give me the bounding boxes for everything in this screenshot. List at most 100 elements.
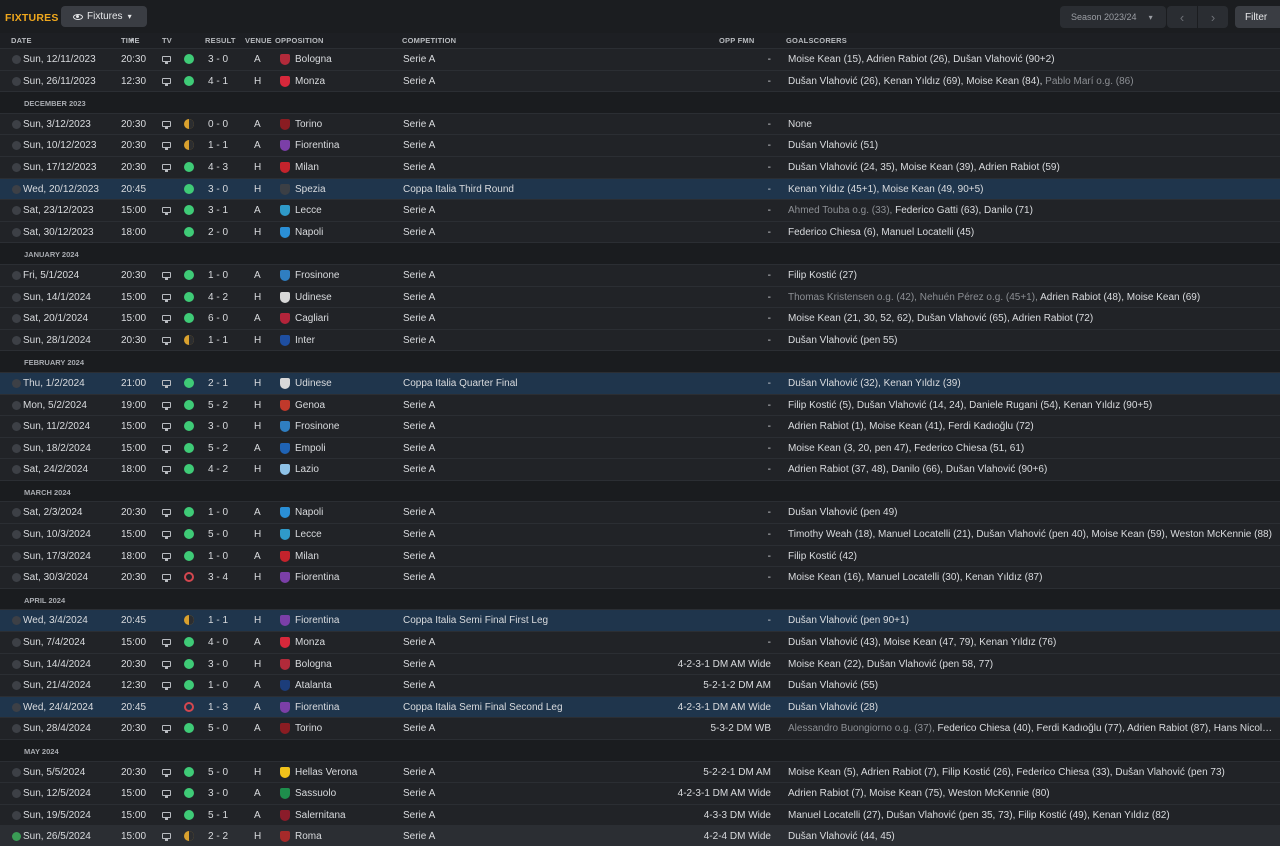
fixture-row[interactable]: Sun, 14/1/2024 15:00 4 - 2 H Udinese Serie A -…	[0, 285, 1280, 308]
opponent-name[interactable]: Monza	[295, 76, 325, 87]
fixture-row[interactable]: Sun, 14/4/2024 20:30 3 - 0 H Bologna Serie A 4…	[0, 652, 1280, 675]
competition-name[interactable]: Serie A	[403, 313, 435, 324]
goalscorer-list[interactable]: Manuel Locatelli (27), Dušan Vlahović (p…	[788, 810, 1170, 821]
opponent-name[interactable]: Frosinone	[295, 270, 339, 281]
goalscorer-list[interactable]: Kenan Yıldız (45+1), Moise Kean (49, 90+…	[788, 184, 984, 195]
fixture-row[interactable]: Mon, 5/2/2024 19:00 5 - 2 H Genoa Serie A - Fil…	[0, 393, 1280, 416]
column-header-opposition[interactable]: OPPOSITION	[275, 36, 324, 45]
fixture-row[interactable]: Sat, 2/3/2024 20:30 1 - 0 A Napoli Serie A - Du…	[0, 501, 1280, 524]
opponent-name[interactable]: Napoli	[295, 507, 323, 518]
competition-name[interactable]: Serie A	[403, 507, 435, 518]
match-score[interactable]: 3 - 0	[208, 54, 228, 65]
goalscorer-list[interactable]: Adrien Rabiot (37, 48), Danilo (66), Duš…	[788, 464, 1047, 475]
opponent-name[interactable]: Udinese	[295, 378, 332, 389]
competition-name[interactable]: Coppa Italia Third Round	[403, 184, 514, 195]
column-header-date[interactable]: DATE	[11, 36, 32, 45]
fixture-row[interactable]: Sun, 26/5/2024 15:00 2 - 2 H Roma Serie A 4-2-…	[0, 825, 1280, 846]
goalscorer-list[interactable]: Dušan Vlahović (pen 55)	[788, 335, 898, 346]
fixture-row[interactable]: Sat, 20/1/2024 15:00 6 - 0 A Cagliari Serie A…	[0, 307, 1280, 329]
goalscorer-list[interactable]: Dušan Vlahović (44, 45)	[788, 831, 895, 842]
opponent-name[interactable]: Fiorentina	[295, 615, 339, 626]
match-score[interactable]: 6 - 0	[208, 313, 228, 324]
competition-name[interactable]: Serie A	[403, 119, 435, 130]
match-score[interactable]: 5 - 2	[208, 400, 228, 411]
match-score[interactable]: 1 - 1	[208, 140, 228, 151]
competition-name[interactable]: Serie A	[403, 529, 435, 540]
goalscorer-list[interactable]: Moise Kean (15), Adrien Rabiot (26), Duš…	[788, 54, 1055, 65]
match-score[interactable]: 1 - 1	[208, 615, 228, 626]
opponent-name[interactable]: Sassuolo	[295, 788, 336, 799]
competition-name[interactable]: Serie A	[403, 292, 435, 303]
match-score[interactable]: 1 - 3	[208, 702, 228, 713]
competition-name[interactable]: Serie A	[403, 54, 435, 65]
competition-name[interactable]: Serie A	[403, 140, 435, 151]
match-score[interactable]: 3 - 0	[208, 659, 228, 670]
previous-button[interactable]: ‹	[1167, 6, 1197, 28]
column-header-tv[interactable]: TV	[162, 36, 172, 45]
season-selector[interactable]: Season 2023/24 ▾	[1060, 6, 1166, 28]
opponent-name[interactable]: Cagliari	[295, 313, 329, 324]
match-score[interactable]: 3 - 4	[208, 572, 228, 583]
fixture-row[interactable]: Sun, 7/4/2024 15:00 4 - 0 A Monza Serie A - Duš…	[0, 631, 1280, 653]
fixture-row[interactable]: Sun, 10/3/2024 15:00 5 - 0 H Lecce Serie A - Ti…	[0, 523, 1280, 545]
opponent-name[interactable]: Milan	[295, 551, 319, 562]
column-header-goalscorers[interactable]: GOALSCORERS	[786, 36, 847, 45]
match-score[interactable]: 1 - 1	[208, 335, 228, 346]
goalscorer-list[interactable]: Dušan Vlahović (51)	[788, 140, 878, 151]
fixture-row[interactable]: Sun, 28/1/2024 20:30 1 - 1 H Inter Serie A - Du…	[0, 328, 1280, 351]
opponent-name[interactable]: Lecce	[295, 529, 322, 540]
goalscorer-list[interactable]: Filip Kostić (42)	[788, 551, 857, 562]
opponent-name[interactable]: Spezia	[295, 184, 326, 195]
match-score[interactable]: 5 - 1	[208, 810, 228, 821]
goalscorer-list[interactable]: Timothy Weah (18), Manuel Locatelli (21)…	[788, 529, 1272, 540]
next-button[interactable]: ›	[1198, 6, 1228, 28]
match-score[interactable]: 3 - 0	[208, 184, 228, 195]
goalscorer-list[interactable]: Filip Kostić (27)	[788, 270, 857, 281]
goalscorer-list[interactable]: Federico Gatti (63), Danilo (71)	[895, 205, 1033, 216]
goalscorer-list[interactable]: Federico Chiesa (40), Ferdi Kadıoğlu (77…	[938, 723, 1276, 734]
competition-name[interactable]: Serie A	[403, 270, 435, 281]
column-header-venue[interactable]: VENUE	[245, 36, 272, 45]
match-score[interactable]: 3 - 1	[208, 205, 228, 216]
opponent-name[interactable]: Roma	[295, 831, 322, 842]
own-goal-scorer[interactable]: Alessandro Buongiorno o.g. (37),	[788, 723, 938, 734]
own-goal-scorer[interactable]: Thomas Kristensen o.g. (42), Nehuén Pére…	[788, 292, 1040, 303]
match-score[interactable]: 4 - 2	[208, 464, 228, 475]
goalscorer-list[interactable]: Adrien Rabiot (7), Moise Kean (75), West…	[788, 788, 1050, 799]
column-header-opp-fmn[interactable]: OPP FMN	[719, 36, 754, 45]
competition-name[interactable]: Serie A	[403, 162, 435, 173]
match-score[interactable]: 1 - 0	[208, 270, 228, 281]
fixture-row[interactable]: Wed, 20/12/2023 20:45 3 - 0 H Spezia Coppa It…	[0, 177, 1280, 200]
opponent-name[interactable]: Fiorentina	[295, 702, 339, 713]
match-score[interactable]: 2 - 1	[208, 378, 228, 389]
goalscorer-list[interactable]: Filip Kostić (5), Dušan Vlahović (14, 24…	[788, 400, 1152, 411]
goalscorer-list[interactable]: Moise Kean (21, 30, 52, 62), Dušan Vlaho…	[788, 313, 1093, 324]
opponent-name[interactable]: Genoa	[295, 400, 325, 411]
competition-name[interactable]: Coppa Italia Quarter Final	[403, 378, 518, 389]
goalscorer-list[interactable]: Dušan Vlahović (pen 49)	[788, 507, 898, 518]
goalscorer-list[interactable]: Federico Chiesa (6), Manuel Locatelli (4…	[788, 227, 974, 238]
opponent-name[interactable]: Salernitana	[295, 810, 346, 821]
opponent-name[interactable]: Inter	[295, 335, 315, 346]
match-score[interactable]: 4 - 0	[208, 637, 228, 648]
fixture-row[interactable]: Sat, 23/12/2023 15:00 3 - 1 A Lecce Serie A - A…	[0, 199, 1280, 221]
competition-name[interactable]: Serie A	[403, 227, 435, 238]
goalscorer-list[interactable]: Dušan Vlahović (55)	[788, 680, 878, 691]
match-score[interactable]: 1 - 0	[208, 551, 228, 562]
view-selector-button[interactable]: Fixtures ▾	[61, 6, 147, 27]
column-header-competition[interactable]: COMPETITION	[402, 36, 456, 45]
competition-name[interactable]: Serie A	[403, 572, 435, 583]
competition-name[interactable]: Serie A	[403, 680, 435, 691]
fixture-row[interactable]: Sun, 19/5/2024 15:00 5 - 1 A Salernitana Seri…	[0, 803, 1280, 826]
goalscorer-list[interactable]: Dušan Vlahović (32), Kenan Yıldız (39)	[788, 378, 961, 389]
opponent-name[interactable]: Udinese	[295, 292, 332, 303]
fixture-row[interactable]: Wed, 3/4/2024 20:45 1 - 1 H Fiorentina Coppa …	[0, 609, 1280, 632]
own-goal-scorer[interactable]: Ahmed Touba o.g. (33),	[788, 205, 895, 216]
fixture-row[interactable]: Sun, 26/11/2023 12:30 4 - 1 H Monza Serie A - D…	[0, 69, 1280, 92]
match-score[interactable]: 5 - 2	[208, 443, 228, 454]
competition-name[interactable]: Serie A	[403, 335, 435, 346]
competition-name[interactable]: Serie A	[403, 831, 435, 842]
fixture-row[interactable]: Sun, 12/11/2023 20:30 3 - 0 A Bologna Serie A…	[0, 48, 1280, 70]
opponent-name[interactable]: Atalanta	[295, 680, 332, 691]
competition-name[interactable]: Serie A	[403, 464, 435, 475]
